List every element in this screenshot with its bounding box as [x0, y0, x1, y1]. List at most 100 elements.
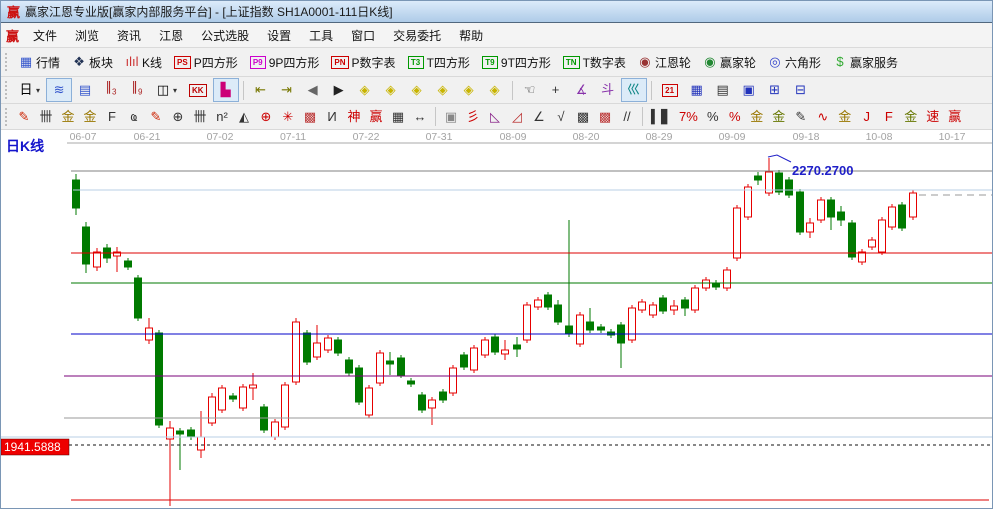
shen-gann-icon[interactable]: 神	[343, 105, 365, 129]
p-square-button[interactable]: PSP四方形	[168, 50, 244, 74]
menu-news[interactable]: 资讯	[108, 24, 150, 47]
gann-circle-icon[interactable]: ⊕	[167, 105, 189, 129]
golden-ratio-v-icon[interactable]: 金	[79, 105, 101, 129]
gold-circle-icon[interactable]: 金	[746, 105, 768, 129]
gann-dou-icon[interactable]: 斗	[595, 78, 621, 102]
ying-edit-icon[interactable]: 赢	[944, 105, 966, 129]
k-wave-icon[interactable]: И	[321, 105, 343, 129]
menu-settings[interactable]: 设置	[258, 24, 300, 47]
box-fan-icon[interactable]: ◺	[484, 105, 506, 129]
menu-browse[interactable]: 浏览	[66, 24, 108, 47]
info-document-icon[interactable]: ▤	[72, 78, 98, 102]
shrink-horizontal-icon[interactable]: ◈	[352, 78, 378, 102]
trend-angle-icon[interactable]: ∠	[528, 105, 550, 129]
network-computer-icon[interactable]: ⊞	[762, 78, 788, 102]
percent-line-icon[interactable]: %	[724, 105, 746, 129]
menu-help[interactable]: 帮助	[450, 24, 492, 47]
candlestick-chart-canvas[interactable]: 06-0706-2107-0207-1107-2207-3108-0908-20…	[1, 130, 993, 509]
expand-horizontal-icon[interactable]: ◈	[378, 78, 404, 102]
percent-7-icon[interactable]: 7%	[675, 105, 702, 129]
grid-123-icon[interactable]: ▦	[387, 105, 409, 129]
stat-bars-icon[interactable]: ▍▋	[647, 105, 675, 129]
notes-icon[interactable]: ▤	[710, 78, 736, 102]
prev-bar-button[interactable]: ◀	[300, 78, 326, 102]
t9-square-button[interactable]: T99T四方形	[476, 50, 557, 74]
workstation-icon[interactable]: ⊟	[788, 78, 814, 102]
winner-service-button[interactable]: $赢家服务	[827, 50, 904, 74]
gann-grid-icon[interactable]: 卌	[35, 105, 57, 129]
fibonacci-icon[interactable]: F	[101, 105, 123, 129]
hand-pan-icon[interactable]: ☜	[517, 78, 543, 102]
f-line-icon[interactable]: F	[878, 105, 900, 129]
width-measure-icon[interactable]: ↔	[409, 105, 431, 129]
gold-line2-icon[interactable]: 金	[834, 105, 856, 129]
gold-line-icon[interactable]: 金	[768, 105, 790, 129]
crosshair-icon[interactable]: +	[543, 78, 569, 102]
menu-gann[interactable]: 江恩	[150, 24, 192, 47]
period-daily-dropdown[interactable]: 日▾	[13, 78, 46, 102]
t-number-button[interactable]: TNT数字表	[557, 50, 632, 74]
angle-measure-icon[interactable]: ∡	[569, 78, 595, 102]
p-square-button-label: P四方形	[194, 54, 238, 71]
price-grid-icon[interactable]: 卌	[189, 105, 211, 129]
hexagon-button[interactable]: ◎六角形	[762, 50, 827, 74]
dense-grid-icon[interactable]: ▩	[572, 105, 594, 129]
goto-last-button[interactable]: ⇥	[274, 78, 300, 102]
fan-brush-icon[interactable]: ✎	[13, 105, 35, 129]
gold-line3-icon[interactable]: 金	[900, 105, 922, 129]
wave-brain-icon[interactable]: 巛	[621, 78, 647, 102]
volume-distribution-icon[interactable]: ▙	[213, 78, 239, 102]
n-square-icon[interactable]: n²	[211, 105, 233, 129]
expand-both-icon[interactable]: ◈	[404, 78, 430, 102]
dropdown-caret-icon: ▾	[173, 86, 177, 95]
pattern-box-icon[interactable]: ▩	[299, 105, 321, 129]
winner-wheel-button[interactable]: ◉赢家轮	[697, 50, 762, 74]
t-square-button[interactable]: T3T四方形	[402, 50, 476, 74]
golden-ratio-h-icon[interactable]: 金	[57, 105, 79, 129]
wave-a-icon[interactable]: ∿	[812, 105, 834, 129]
window-layout-icon[interactable]: ▣	[440, 105, 462, 129]
box-fan-red-icon[interactable]: ◿	[506, 105, 528, 129]
pencil-fan-icon[interactable]: ✎	[145, 105, 167, 129]
spiral-icon[interactable]: ҩ	[123, 105, 145, 129]
candle-body	[692, 288, 699, 310]
candle-body	[272, 422, 279, 437]
calculator-icon[interactable]: ▦	[684, 78, 710, 102]
gann-wheel-button[interactable]: ◉江恩轮	[632, 50, 697, 74]
menu-trade-entrust[interactable]: 交易委托	[384, 24, 450, 47]
p9-square-button[interactable]: P99P四方形	[244, 50, 326, 74]
small-chart-3-icon[interactable]: ∥3	[98, 78, 124, 102]
p-number-button[interactable]: PNP数字表	[325, 50, 401, 74]
star-burst-icon[interactable]: ✳	[277, 105, 299, 129]
compress-x-icon[interactable]: ◈	[430, 78, 456, 102]
save-icon[interactable]: ▣	[736, 78, 762, 102]
parallel-lines-icon[interactable]: //	[616, 105, 638, 129]
circle-target-icon[interactable]: ⊕	[255, 105, 277, 129]
percent-icon[interactable]: %	[702, 105, 724, 129]
measure-pencil-icon[interactable]: ✎	[790, 105, 812, 129]
quotes-button[interactable]: ▦行情	[13, 50, 66, 74]
window-layout-icon: ▣	[444, 110, 458, 124]
sectors-button[interactable]: ❖板块	[66, 50, 119, 74]
menu-window[interactable]: 窗口	[342, 24, 384, 47]
menu-tools[interactable]: 工具	[300, 24, 342, 47]
calendar-21-icon[interactable]: 21	[656, 78, 684, 102]
j-line-icon[interactable]: J	[856, 105, 878, 129]
ying-gann-icon[interactable]: 赢	[365, 105, 387, 129]
speed-line-icon[interactable]: 速	[922, 105, 944, 129]
small-chart-9-icon[interactable]: ∥9	[124, 78, 150, 102]
angle-line-icon[interactable]: ◭	[233, 105, 255, 129]
check-wave-icon[interactable]: √	[550, 105, 572, 129]
kline-button[interactable]: ılılK线	[119, 50, 168, 74]
expand-all-icon[interactable]: ◈	[482, 78, 508, 102]
next-bar-button[interactable]: ▶	[326, 78, 352, 102]
dense-grid-red-icon[interactable]: ▩	[594, 105, 616, 129]
goto-first-button[interactable]: ⇤	[248, 78, 274, 102]
menu-file[interactable]: 文件	[24, 24, 66, 47]
kline-overlay-icon[interactable]: KK	[183, 78, 213, 102]
candle-type-dropdown[interactable]: ◫▾	[150, 78, 183, 102]
trend-zigzag-icon[interactable]: ≋	[46, 78, 72, 102]
menu-formula-select[interactable]: 公式选股	[192, 24, 258, 47]
compress-plus-icon[interactable]: ◈	[456, 78, 482, 102]
ray-fan-icon[interactable]: 彡	[462, 105, 484, 129]
